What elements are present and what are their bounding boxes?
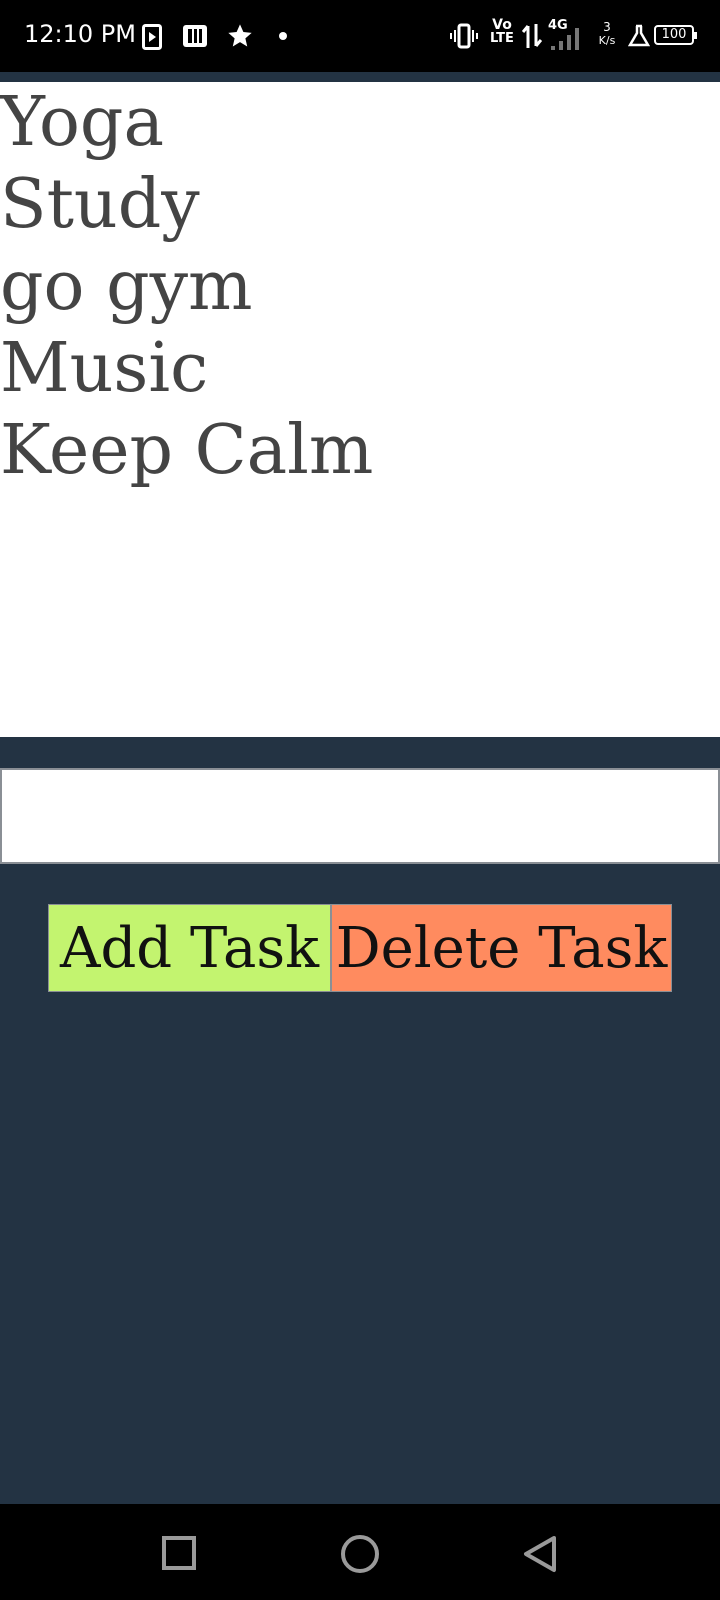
task-item[interactable]: Yoga	[0, 82, 720, 164]
data-arrows-icon	[522, 24, 542, 48]
status-time: 12:10 PM	[24, 20, 136, 48]
back-triangle-icon[interactable]	[518, 1532, 562, 1576]
home-circle-icon[interactable]	[338, 1532, 382, 1576]
pocket-icon	[183, 25, 207, 47]
vibrate-icon	[450, 23, 478, 49]
dot-icon	[279, 32, 287, 40]
network-speed: 3 K/s	[592, 20, 622, 48]
task-list: Yoga Study go gym Music Keep Calm	[0, 82, 720, 492]
task-item[interactable]: Keep Calm	[0, 410, 720, 492]
navigation-bar	[0, 1504, 720, 1600]
volte-icon: Vo LTE	[488, 18, 516, 46]
battery-icon: 100	[654, 25, 697, 45]
task-list-panel: Yoga Study go gym Music Keep Calm	[0, 82, 720, 737]
task-item[interactable]: go gym	[0, 246, 720, 328]
speed-unit: K/s	[598, 34, 616, 47]
star-icon	[228, 24, 252, 47]
media-play-icon	[142, 24, 162, 50]
speed-value: 3	[603, 20, 611, 34]
task-item[interactable]: Music	[0, 328, 720, 410]
add-task-button[interactable]: Add Task	[48, 904, 331, 992]
task-item[interactable]: Study	[0, 164, 720, 246]
delete-task-button[interactable]: Delete Task	[331, 904, 672, 992]
task-input[interactable]	[0, 768, 720, 864]
status-bar: 12:10 PM Vo LTE 4G 3 K/s 100	[0, 0, 720, 72]
recents-square-icon[interactable]	[158, 1532, 202, 1576]
volte-bottom-label: LTE	[490, 31, 514, 46]
signal-icon	[551, 28, 579, 50]
lab-icon	[628, 24, 650, 47]
volte-top-label: Vo	[492, 17, 512, 33]
